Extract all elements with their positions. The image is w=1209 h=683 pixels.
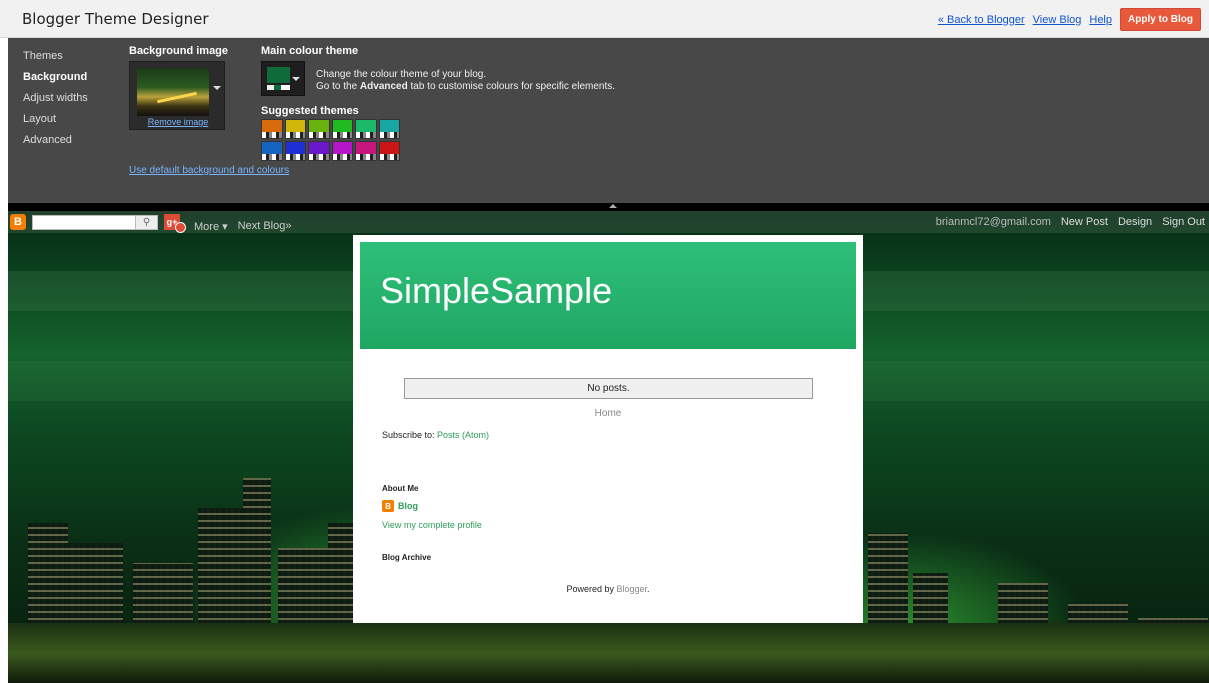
background-ground: [8, 623, 1209, 683]
desc-text: Go to the: [316, 81, 360, 92]
sign-out-link[interactable]: Sign Out: [1162, 216, 1205, 228]
suggested-theme-swatch-3[interactable]: [308, 119, 330, 139]
home-link[interactable]: Home: [353, 408, 863, 419]
subscribe-label: Subscribe to:: [382, 430, 438, 440]
blogger-navbar: B ⚲ g+ More ▾ Next Blog» brianmcl72@gmai…: [8, 211, 1209, 233]
colour-theme-picker[interactable]: [261, 61, 305, 96]
blogger-link[interactable]: Blogger: [616, 584, 647, 594]
blogger-profile-icon: B: [382, 500, 394, 512]
colour-desc-line-2: Go to the Advanced tab to customise colo…: [316, 81, 615, 93]
about-me-heading: About Me: [382, 484, 419, 493]
navbar-right: brianmcl72@gmail.com New Post Design Sig…: [936, 216, 1205, 228]
colour-preview-bar: [267, 85, 290, 90]
new-post-link[interactable]: New Post: [1061, 216, 1108, 228]
navbar-search-input[interactable]: [32, 214, 136, 230]
user-email: brianmcl72@gmail.com: [935, 216, 1051, 228]
posts-atom-link[interactable]: Posts (Atom): [437, 430, 489, 440]
suggested-theme-swatch-4[interactable]: [331, 119, 353, 139]
colour-theme-description: Change the colour theme of your blog. Go…: [316, 69, 615, 93]
profile-name-link[interactable]: Blog: [398, 501, 418, 511]
view-profile-link[interactable]: View my complete profile: [382, 520, 482, 530]
design-link[interactable]: Design: [1118, 216, 1152, 228]
blog-title[interactable]: SimpleSample: [380, 270, 612, 312]
suggested-theme-swatch-7[interactable]: [261, 141, 283, 161]
navbar-more-menu[interactable]: More ▾: [194, 220, 228, 233]
top-header: Blogger Theme Designer « Back to Blogger…: [0, 0, 1209, 38]
suggested-themes-label: Suggested themes: [261, 105, 359, 117]
navbar-next-blog[interactable]: Next Blog»: [238, 220, 292, 232]
nav-item-themes[interactable]: Themes: [23, 50, 88, 71]
suggested-theme-swatch-1[interactable]: [261, 119, 283, 139]
main-colour-theme-label: Main colour theme: [261, 45, 359, 57]
background-image-picker[interactable]: Remove image: [129, 61, 225, 130]
designer-nav: Themes Background Adjust widths Layout A…: [23, 50, 88, 155]
chevron-down-icon[interactable]: [292, 77, 300, 81]
powered-by: Powered by Blogger.: [353, 584, 863, 594]
back-to-blogger-link[interactable]: « Back to Blogger: [938, 14, 1025, 26]
search-icon[interactable]: ⚲: [136, 214, 158, 230]
powered-label: Powered by: [566, 584, 617, 594]
profile-row: B Blog: [382, 500, 418, 512]
suggested-theme-swatch-10[interactable]: [331, 141, 353, 161]
nav-item-background[interactable]: Background: [23, 71, 88, 92]
remove-image-link[interactable]: Remove image: [130, 117, 226, 127]
chevron-down-icon[interactable]: [213, 86, 221, 90]
suggested-theme-swatch-11[interactable]: [355, 141, 377, 161]
colour-swatch: [267, 67, 290, 83]
desc-advanced: Advanced: [359, 81, 408, 92]
help-link[interactable]: Help: [1089, 14, 1112, 26]
nav-item-layout[interactable]: Layout: [23, 113, 88, 134]
header-links: « Back to Blogger View Blog Help Apply t…: [938, 8, 1201, 31]
use-default-link[interactable]: Use default background and colours: [129, 165, 289, 176]
suggested-theme-swatch-9[interactable]: [308, 141, 330, 161]
blog-page: SimpleSample No posts. Home Subscribe to…: [353, 235, 863, 623]
desc-text: tab to customise colours for specific el…: [407, 81, 616, 92]
collapse-arrow-icon[interactable]: [609, 204, 617, 208]
apply-to-blog-button[interactable]: Apply to Blog: [1120, 8, 1201, 31]
background-image-thumbnail: [137, 68, 209, 116]
suggested-theme-swatch-6[interactable]: [378, 119, 400, 139]
subscribe-line: Subscribe to: Posts (Atom): [382, 430, 489, 440]
blog-header: SimpleSample: [360, 242, 856, 349]
view-blog-link[interactable]: View Blog: [1033, 14, 1082, 26]
google-plus-icon[interactable]: g+: [164, 214, 186, 233]
blog-preview: B ⚲ g+ More ▾ Next Blog» brianmcl72@gmai…: [8, 211, 1209, 683]
suggested-themes-grid: [261, 119, 403, 161]
no-posts-message: No posts.: [404, 378, 813, 399]
blog-archive-heading: Blog Archive: [382, 553, 432, 562]
suggested-theme-swatch-2[interactable]: [284, 119, 306, 139]
nav-item-advanced[interactable]: Advanced: [23, 134, 88, 155]
blogger-logo-icon[interactable]: B: [10, 214, 26, 230]
suggested-theme-swatch-12[interactable]: [378, 141, 400, 161]
powered-suffix: .: [647, 584, 650, 594]
designer-panel: Themes Background Adjust widths Layout A…: [8, 38, 1209, 203]
nav-item-adjust-widths[interactable]: Adjust widths: [23, 92, 88, 113]
suggested-theme-swatch-8[interactable]: [284, 141, 306, 161]
panel-divider[interactable]: [8, 203, 1209, 211]
app-title: Blogger Theme Designer: [22, 10, 209, 28]
colour-desc-line-1: Change the colour theme of your blog.: [316, 69, 487, 80]
suggested-theme-swatch-5[interactable]: [355, 119, 377, 139]
background-image-label: Background image: [129, 45, 229, 57]
